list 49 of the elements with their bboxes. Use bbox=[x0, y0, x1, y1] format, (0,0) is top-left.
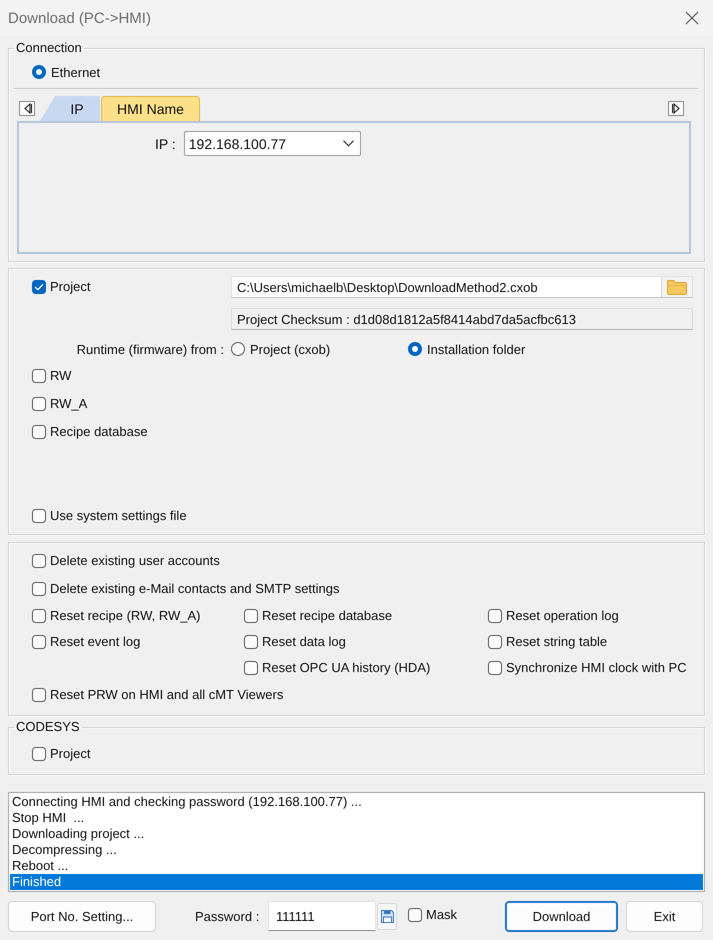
save-button[interactable] bbox=[377, 902, 397, 930]
window-title: Download (PC->HMI) bbox=[8, 10, 151, 26]
option-checkbox[interactable]: RW bbox=[32, 368, 72, 384]
option-checkbox[interactable]: Reset recipe (RW, RW_A) bbox=[32, 608, 201, 624]
ip-label: IP : bbox=[155, 136, 176, 152]
folder-icon bbox=[667, 280, 687, 294]
file-path-field[interactable]: C:\Users\michaelb\Desktop\DownloadMethod2.cxob bbox=[231, 276, 693, 298]
runtime-radio[interactable]: Installation folder bbox=[408, 342, 526, 356]
triangle-left-icon bbox=[22, 103, 32, 114]
port-setting-button[interactable]: Port No. Setting... bbox=[8, 900, 156, 932]
option-checkbox[interactable]: Reset data log bbox=[244, 634, 346, 650]
log-line[interactable]: Stop HMI ... bbox=[10, 810, 703, 826]
triangle-right-icon bbox=[672, 103, 680, 114]
option-checkbox[interactable]: Reset string table bbox=[488, 634, 608, 650]
option-checkbox[interactable]: Reset operation log bbox=[488, 608, 619, 624]
log-line[interactable]: Reboot ... bbox=[10, 858, 703, 874]
log-line[interactable]: Connecting HMI and checking password (192.168.100.77) ... bbox=[10, 794, 703, 810]
log-line[interactable]: Downloading project ... bbox=[10, 826, 703, 842]
password-label: Password : bbox=[195, 908, 260, 924]
option-checkbox[interactable]: Reset PRW on HMI and all cMT Viewers bbox=[32, 687, 284, 703]
project-checkbox[interactable]: Project bbox=[32, 279, 90, 295]
chevron-down-icon bbox=[342, 140, 354, 147]
password-field[interactable]: 111111 bbox=[268, 901, 376, 931]
option-checkbox[interactable]: Recipe database bbox=[32, 424, 148, 440]
exit-button[interactable]: Exit bbox=[626, 900, 703, 932]
tab-scroll-right-button[interactable] bbox=[668, 101, 684, 116]
option-checkbox[interactable]: Reset OPC UA history (HDA) bbox=[244, 660, 430, 676]
option-checkbox[interactable]: Delete existing user accounts bbox=[32, 553, 220, 569]
runtime-label: Runtime (firmware) from : bbox=[76, 340, 224, 358]
checksum-field: Project Checksum : d1d08d1812a5f8414abd7da5acfbc613 bbox=[231, 308, 693, 330]
log-line[interactable]: Decompressing ... bbox=[10, 842, 703, 858]
group-legend: Connection bbox=[14, 40, 84, 56]
option-checkbox[interactable]: Synchronize HMI clock with PC bbox=[488, 660, 687, 676]
close-icon[interactable] bbox=[685, 11, 699, 25]
ip-combo-box[interactable]: 192.168.100.77 bbox=[184, 131, 361, 156]
tab-scroll-left-button[interactable] bbox=[19, 101, 35, 116]
option-checkbox[interactable]: Delete existing e-Mail contacts and SMTP settings bbox=[32, 581, 340, 597]
codesys-project-checkbox[interactable]: Project bbox=[32, 746, 90, 762]
download-button[interactable]: Download bbox=[505, 900, 618, 932]
option-checkbox[interactable]: Reset recipe database bbox=[244, 608, 392, 624]
mask-checkbox[interactable]: Mask bbox=[408, 907, 458, 923]
option-checkbox[interactable]: RW_A bbox=[32, 396, 88, 412]
option-checkbox[interactable]: Reset event log bbox=[32, 634, 140, 650]
runtime-radio[interactable]: Project (cxob) bbox=[231, 342, 408, 356]
system-settings-checkbox[interactable]: Use system settings file bbox=[32, 508, 187, 524]
tab[interactable]: HMI Name bbox=[101, 96, 200, 121]
tab[interactable]: IP bbox=[40, 96, 100, 121]
ethernet-radio[interactable]: Ethernet bbox=[32, 64, 100, 80]
group-legend: CODESYS bbox=[14, 719, 82, 735]
